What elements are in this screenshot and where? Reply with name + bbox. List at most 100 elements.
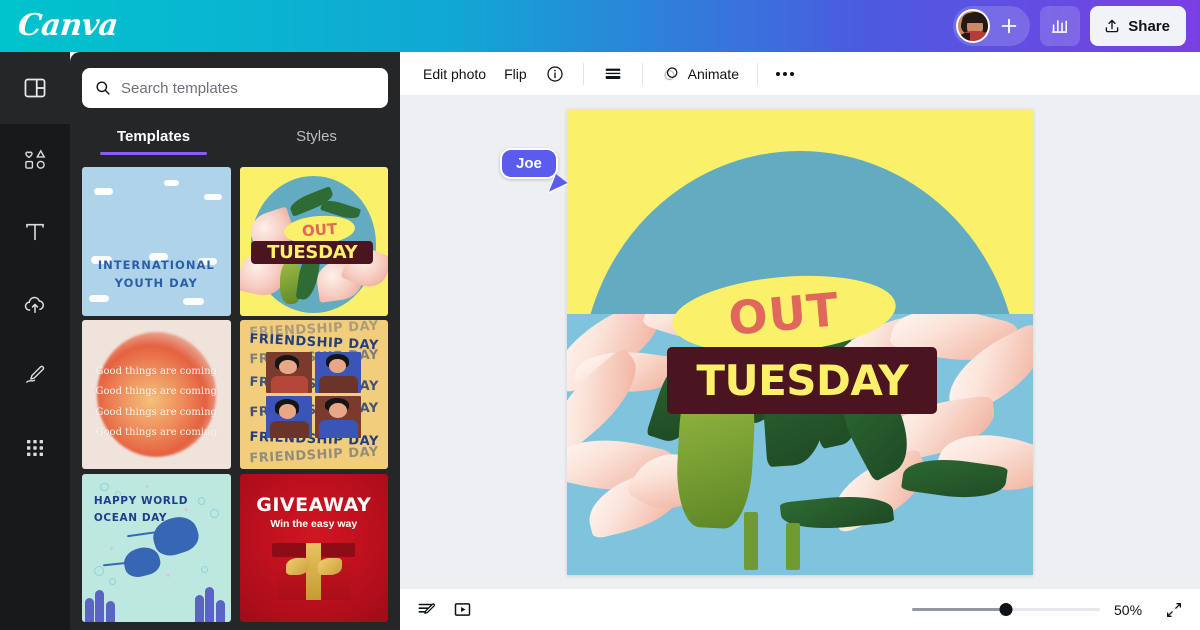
avatar-hair-side: [958, 33, 971, 41]
figure-head: [329, 402, 347, 418]
design-canvas[interactable]: OUT TUESDAY: [567, 109, 1033, 575]
templates-panel: Templates Styles: [70, 52, 400, 630]
template-text-lines: Good things are coming Good things are c…: [82, 362, 231, 444]
template-subtitle: Win the easy way: [270, 518, 358, 531]
template-title: FRIENDSHIP DAY: [248, 444, 379, 467]
bubble-shape: [108, 577, 117, 586]
zoom-level-label: 50%: [1114, 601, 1143, 618]
bar-chart-icon: [1052, 20, 1068, 33]
left-rail: [0, 52, 70, 630]
canva-logo[interactable]: Canva: [16, 8, 119, 43]
cloud-shape: [93, 187, 114, 196]
sidebar-item-draw[interactable]: [0, 340, 70, 412]
zoom-slider[interactable]: [912, 602, 1100, 618]
notes-pencil-icon: [418, 602, 435, 614]
figure-body: [270, 376, 308, 394]
template-card-out-tuesday[interactable]: OUT TUESDAY: [239, 167, 388, 316]
add-collaborator-button[interactable]: [994, 11, 1024, 41]
canvas-area[interactable]: OUT TUESDAY Joe: [400, 96, 1200, 588]
edit-photo-button[interactable]: Edit photo: [414, 61, 495, 87]
figure-head: [279, 359, 297, 374]
cloud-upload-icon: [24, 296, 45, 313]
toolbar-separator: [756, 62, 758, 85]
tuesday-text: TUESDAY: [696, 355, 909, 405]
cloud-shape: [203, 193, 222, 201]
photo-tile: [315, 351, 362, 394]
search-input[interactable]: [121, 79, 376, 97]
text-t-icon: [26, 223, 44, 241]
dot: [789, 71, 794, 76]
coral-shape: [95, 589, 105, 623]
present-button[interactable]: [452, 599, 473, 620]
coral-shape: [215, 599, 225, 623]
template-title-line1: HAPPY WORLD: [93, 494, 189, 507]
info-button[interactable]: [536, 59, 574, 89]
avatar[interactable]: [956, 9, 991, 43]
starfish-shape: ✦: [165, 572, 172, 580]
dot: [775, 71, 780, 76]
object-toolbar: Edit photo Flip Animate: [400, 52, 1200, 96]
template-title: INTERNATIONAL YOUTH DAY: [82, 257, 231, 292]
editor-body: Templates Styles: [0, 52, 1200, 630]
template-card-happy-world-ocean-day[interactable]: ✦ ✦ ✦ ✦ HAPPY WORLD OCEAN DAY: [82, 473, 231, 623]
template-card-international-youth-day[interactable]: INTERNATIONAL YOUTH DAY: [82, 167, 231, 316]
flip-button[interactable]: Flip: [495, 61, 536, 87]
bubble-shape: [99, 482, 109, 492]
template-card-good-things-are-coming[interactable]: Good things are coming Good things are c…: [82, 320, 231, 469]
sidebar-item-uploads[interactable]: [0, 268, 70, 340]
figure-head: [279, 404, 296, 419]
bubble-shape: [209, 509, 219, 519]
plus-icon: [1001, 18, 1017, 34]
photo-tile-grid: [266, 351, 362, 438]
gift-bow-left: [285, 558, 310, 575]
tab-templates[interactable]: Templates: [72, 122, 235, 155]
template-card-giveaway[interactable]: GIVEAWAY Win the easy way: [239, 473, 388, 623]
toolbar-separator: [641, 62, 643, 85]
template-line: Good things are coming: [95, 406, 217, 418]
expand-arrows-icon: [1167, 602, 1181, 617]
template-line: Good things are coming: [95, 427, 217, 439]
share-button[interactable]: Share: [1090, 6, 1186, 46]
fullscreen-button[interactable]: [1164, 600, 1184, 620]
starfish-shape: ✦: [144, 483, 151, 491]
sidebar-item-apps[interactable]: [0, 412, 70, 484]
pen-draw-icon: [26, 365, 45, 383]
bubble-shape: [197, 497, 206, 505]
position-button[interactable]: [593, 58, 633, 90]
more-options-button[interactable]: [767, 64, 803, 84]
cloud-shape: [182, 297, 204, 306]
starfish-shape: ✦: [108, 545, 115, 553]
coral-shape: [194, 595, 204, 623]
cloud-shape: [163, 180, 179, 187]
search-icon: [96, 81, 110, 95]
coral-shape: [205, 586, 215, 623]
gift-bow-right: [318, 558, 342, 575]
animate-label: Animate: [687, 65, 739, 82]
template-line: Good things are coming: [95, 386, 217, 398]
template-bar-text: TUESDAY: [251, 241, 374, 264]
zoom-slider-knob[interactable]: [999, 603, 1013, 616]
top-bar-actions: Share: [953, 6, 1186, 46]
sidebar-item-elements[interactable]: [0, 124, 70, 196]
search-box[interactable]: [82, 68, 388, 108]
tab-styles[interactable]: Styles: [235, 122, 398, 155]
collaborator-name-badge: Joe: [500, 148, 558, 179]
tuesday-text-bar[interactable]: TUESDAY: [667, 346, 938, 415]
toolbar-separator: [582, 62, 584, 85]
figure-body: [318, 375, 358, 394]
bubble-shape: [200, 565, 209, 574]
present-play-icon: [454, 603, 471, 616]
insights-button[interactable]: [1040, 6, 1081, 46]
dot: [782, 71, 787, 76]
photo-tile: [315, 396, 362, 438]
photo-tile: [266, 396, 313, 438]
animate-button[interactable]: Animate: [652, 59, 748, 89]
sidebar-item-templates[interactable]: [0, 52, 70, 124]
notes-button[interactable]: [416, 599, 438, 621]
template-card-friendship-day[interactable]: FRIENDSHIP DAY FRIENDSHIP DAY FRIENDSHIP…: [239, 320, 388, 469]
search-wrapper: [70, 52, 400, 108]
sidebar-item-text[interactable]: [0, 196, 70, 268]
template-grid: INTERNATIONAL YOUTH DAY OUT TUESDAY Good…: [70, 167, 400, 630]
info-icon: [547, 65, 563, 82]
bottom-bar: 50%: [400, 588, 1200, 630]
